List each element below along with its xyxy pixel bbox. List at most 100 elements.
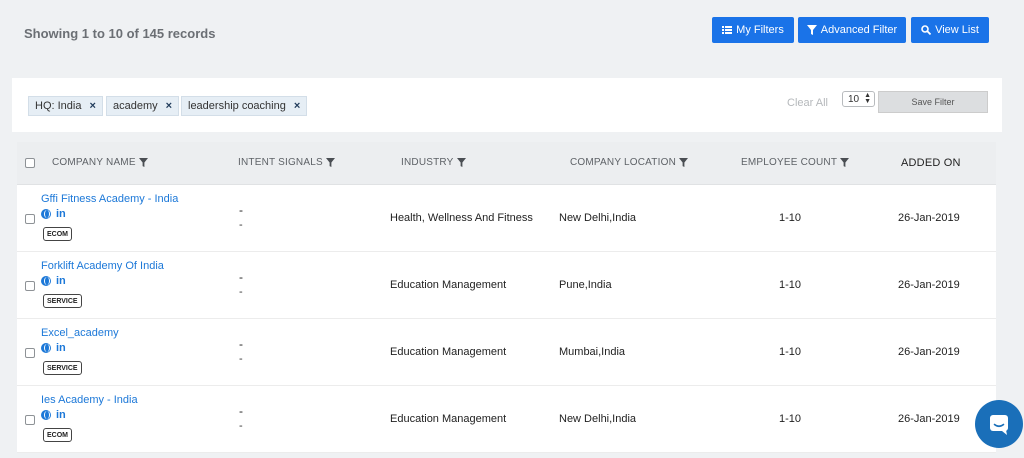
industry-cell: Education Management [390, 279, 507, 291]
companies-table: COMPANY NAME INTENT SIGNALS INDUSTRY COM… [17, 142, 996, 453]
table-row: Forklift Academy Of India in SERVICE - -… [17, 252, 996, 319]
globe-icon[interactable] [41, 410, 51, 420]
remove-filter-icon[interactable]: × [166, 100, 172, 112]
added-on-cell: 26-Jan-2019 [898, 212, 960, 224]
company-links: in [41, 409, 66, 421]
row-checkbox[interactable] [25, 415, 35, 425]
remove-filter-icon[interactable]: × [89, 100, 95, 112]
company-links: in [41, 208, 66, 220]
remove-filter-icon[interactable]: × [294, 100, 300, 112]
column-label: EMPLOYEE COUNT [741, 157, 838, 168]
my-filters-label: My Filters [736, 24, 784, 36]
column-label: COMPANY NAME [52, 157, 136, 168]
linkedin-icon[interactable]: in [56, 342, 66, 354]
added-on-cell: 26-Jan-2019 [898, 279, 960, 291]
filter-chip-hq: HQ: India × [28, 96, 103, 116]
filter-chip-leadership-coaching: leadership coaching × [181, 96, 308, 116]
intent-signal-value: - [239, 353, 243, 365]
intent-signal-value: - [239, 219, 243, 231]
records-count: Showing 1 to 10 of 145 records [24, 26, 216, 41]
company-links: in [41, 275, 66, 287]
table-row: Ies Academy - India in ECOM - - Educatio… [17, 386, 996, 453]
search-icon [921, 25, 932, 35]
column-label: COMPANY LOCATION [570, 157, 676, 168]
added-on-cell: 26-Jan-2019 [898, 413, 960, 425]
view-list-button[interactable]: View List [911, 17, 989, 43]
industry-cell: Health, Wellness And Fitness [390, 212, 533, 224]
intent-signal-value: - [239, 286, 243, 298]
filter-chip-label: HQ: India [35, 100, 82, 112]
select-all-checkbox[interactable] [25, 158, 35, 168]
advanced-filter-button[interactable]: Advanced Filter [798, 17, 906, 43]
chat-icon [990, 415, 1008, 435]
row-checkbox[interactable] [25, 214, 35, 224]
company-type-badge: SERVICE [43, 361, 82, 375]
save-filter-button[interactable]: Save Filter [878, 91, 988, 113]
filter-icon[interactable] [456, 158, 466, 167]
linkedin-icon[interactable]: in [56, 208, 66, 220]
employee-count-cell: 1-10 [779, 212, 802, 224]
company-name-link[interactable]: Excel_academy [41, 327, 119, 339]
company-name-link[interactable]: Ies Academy - India [41, 394, 138, 406]
filter-chip-academy: academy × [106, 96, 180, 116]
column-label: ADDED ON [901, 157, 961, 169]
industry-cell: Education Management [390, 346, 507, 358]
table-row: Excel_academy in SERVICE - - Education M… [17, 319, 996, 386]
globe-icon[interactable] [41, 343, 51, 353]
company-name-link[interactable]: Forklift Academy Of India [41, 260, 164, 272]
industry-cell: Education Management [390, 413, 507, 425]
my-filters-button[interactable]: My Filters [712, 17, 794, 43]
row-checkbox[interactable] [25, 348, 35, 358]
column-employee-count[interactable]: EMPLOYEE COUNT [741, 157, 850, 168]
list-icon [722, 26, 733, 34]
employee-count-cell: 1-10 [779, 279, 802, 291]
globe-icon[interactable] [41, 276, 51, 286]
globe-icon[interactable] [41, 209, 51, 219]
intent-signal-value: - [239, 404, 243, 418]
location-cell: Pune,India [559, 279, 612, 291]
column-added-on[interactable]: ADDED ON [901, 157, 961, 169]
page-size-value: 10 [848, 93, 860, 105]
filter-icon [806, 25, 817, 35]
intent-signal-value: - [239, 270, 243, 284]
filter-chip-label: academy [113, 100, 158, 112]
stepper-arrows-icon: ▲ ▼ [864, 92, 871, 105]
column-intent-signals[interactable]: INTENT SIGNALS [238, 157, 335, 168]
company-name-link[interactable]: Gffi Fitness Academy - India [41, 193, 178, 205]
chat-launcher-button[interactable] [975, 400, 1023, 448]
intent-signal-value: - [239, 203, 243, 217]
column-label: INDUSTRY [401, 157, 454, 168]
page-size-select[interactable]: 10 ▲ ▼ [842, 91, 875, 107]
table-header: COMPANY NAME INTENT SIGNALS INDUSTRY COM… [17, 142, 996, 185]
linkedin-icon[interactable]: in [56, 275, 66, 287]
employee-count-cell: 1-10 [779, 346, 802, 358]
filter-icon[interactable] [840, 158, 850, 167]
filter-icon[interactable] [679, 158, 688, 167]
table-row: Gffi Fitness Academy - India in ECOM - -… [17, 185, 996, 252]
company-type-badge: ECOM [43, 227, 72, 241]
intent-signal-value: - [239, 420, 243, 432]
filter-icon[interactable] [138, 158, 148, 167]
top-bar: Showing 1 to 10 of 145 records My Filter… [0, 0, 1024, 70]
location-cell: Mumbai,India [559, 346, 626, 358]
location-cell: New Delhi,India [559, 212, 637, 224]
intent-signal-value: - [239, 337, 243, 351]
location-cell: New Delhi,India [559, 413, 637, 425]
column-label: INTENT SIGNALS [238, 157, 323, 168]
row-checkbox[interactable] [25, 281, 35, 291]
column-company-name[interactable]: COMPANY NAME [52, 157, 148, 168]
clear-all-link[interactable]: Clear All [787, 97, 828, 109]
advanced-filter-label: Advanced Filter [820, 24, 898, 36]
company-type-badge: ECOM [43, 428, 72, 442]
view-list-label: View List [935, 24, 979, 36]
active-filters-panel: HQ: India × academy × leadership coachin… [12, 78, 1002, 132]
employee-count-cell: 1-10 [779, 413, 802, 425]
added-on-cell: 26-Jan-2019 [898, 346, 960, 358]
filter-icon[interactable] [325, 158, 335, 167]
company-links: in [41, 342, 66, 354]
linkedin-icon[interactable]: in [56, 409, 66, 421]
company-type-badge: SERVICE [43, 294, 82, 308]
column-industry[interactable]: INDUSTRY [401, 157, 466, 168]
filter-chip-label: leadership coaching [188, 100, 286, 112]
column-company-location[interactable]: COMPANY LOCATION [570, 157, 688, 168]
